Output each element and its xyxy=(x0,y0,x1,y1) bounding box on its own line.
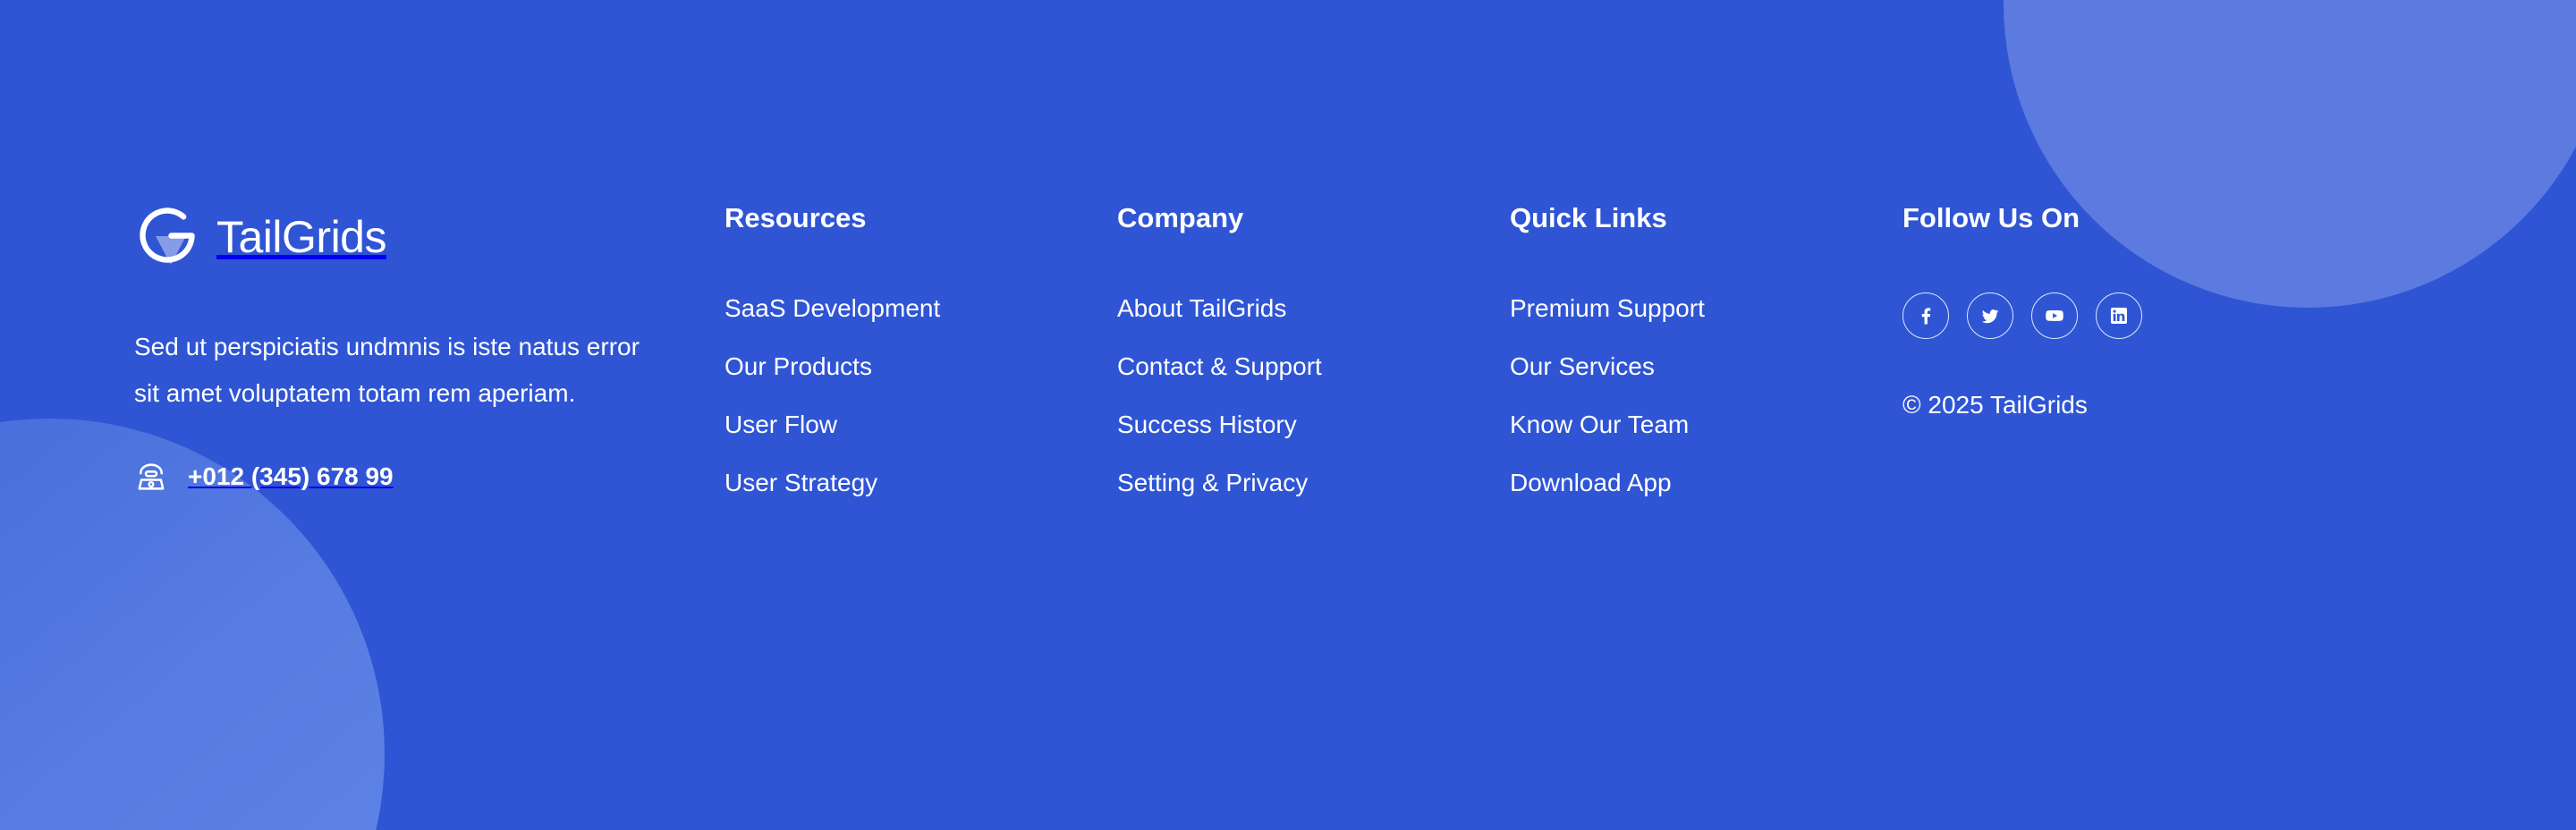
social-link-youtube[interactable] xyxy=(2031,292,2078,339)
footer-link-about-tailgrids[interactable]: About TailGrids xyxy=(1117,292,1286,324)
footer-column-quick-links: Quick Links Premium Support Our Services… xyxy=(1510,204,1902,498)
footer-link-know-our-team[interactable]: Know Our Team xyxy=(1510,409,1689,440)
telephone-icon xyxy=(134,460,168,494)
list-item: About TailGrids xyxy=(1117,292,1510,324)
list-item: User Strategy xyxy=(724,467,1117,498)
footer-link-contact-support[interactable]: Contact & Support xyxy=(1117,351,1322,382)
social-link-twitter[interactable] xyxy=(1967,292,2013,339)
list-item: SaaS Development xyxy=(724,292,1117,324)
footer-column-title-company: Company xyxy=(1117,202,1244,233)
footer-column-title-follow-us: Follow Us On xyxy=(1902,202,2080,233)
facebook-icon xyxy=(1915,305,1936,326)
social-link-linkedin[interactable] xyxy=(2096,292,2142,339)
footer-link-download-app[interactable]: Download App xyxy=(1510,467,1672,498)
footer-column-title-resources: Resources xyxy=(724,202,867,233)
tailgrids-g-logo-icon xyxy=(134,204,200,270)
list-item: Premium Support xyxy=(1510,292,1902,324)
linkedin-icon xyxy=(2108,305,2130,326)
footer-link-user-strategy[interactable]: User Strategy xyxy=(724,467,877,498)
site-footer: TailGrids Sed ut perspiciatis undmnis is… xyxy=(0,0,2576,830)
footer-link-user-flow[interactable]: User Flow xyxy=(724,409,837,440)
footer-content: TailGrids Sed ut perspiciatis undmnis is… xyxy=(0,204,2576,498)
footer-column-company: Company About TailGrids Contact & Suppor… xyxy=(1117,204,1510,498)
footer-phone-number: +012 (345) 678 99 xyxy=(188,462,394,490)
footer-link-list-quick-links: Premium Support Our Services Know Our Te… xyxy=(1510,292,1902,498)
footer-brand-column: TailGrids Sed ut perspiciatis undmnis is… xyxy=(134,204,724,494)
brand-name: TailGrids xyxy=(216,212,386,262)
list-item: Our Products xyxy=(724,351,1117,382)
footer-link-saas-development[interactable]: SaaS Development xyxy=(724,292,940,324)
footer-link-premium-support[interactable]: Premium Support xyxy=(1510,292,1705,324)
footer-copyright: © 2025 TailGrids xyxy=(1902,391,2088,419)
footer-column-social: Follow Us On © 2025 TailGrids xyxy=(1902,204,2350,419)
footer-link-our-products[interactable]: Our Products xyxy=(724,351,872,382)
social-link-facebook[interactable] xyxy=(1902,292,1949,339)
footer-column-title-quick-links: Quick Links xyxy=(1510,202,1667,233)
footer-link-list-company: About TailGrids Contact & Support Succes… xyxy=(1117,292,1510,498)
list-item: Our Services xyxy=(1510,351,1902,382)
brand-logo-link[interactable]: TailGrids xyxy=(134,204,724,270)
footer-link-success-history[interactable]: Success History xyxy=(1117,409,1297,440)
footer-link-our-services[interactable]: Our Services xyxy=(1510,351,1655,382)
brand-description: Sed ut perspiciatis undmnis is iste natu… xyxy=(134,333,640,407)
list-item: Know Our Team xyxy=(1510,409,1902,440)
list-item: Download App xyxy=(1510,467,1902,498)
list-item: Success History xyxy=(1117,409,1510,440)
social-links xyxy=(1902,292,2350,339)
list-item: Setting & Privacy xyxy=(1117,467,1510,498)
footer-link-setting-privacy[interactable]: Setting & Privacy xyxy=(1117,467,1308,498)
list-item: User Flow xyxy=(724,409,1117,440)
list-item: Contact & Support xyxy=(1117,351,1510,382)
footer-column-resources: Resources SaaS Development Our Products … xyxy=(724,204,1117,498)
youtube-icon xyxy=(2044,305,2065,326)
footer-link-list-resources: SaaS Development Our Products User Flow … xyxy=(724,292,1117,498)
twitter-icon xyxy=(1979,305,2001,326)
footer-phone-link[interactable]: +012 (345) 678 99 xyxy=(134,460,724,494)
